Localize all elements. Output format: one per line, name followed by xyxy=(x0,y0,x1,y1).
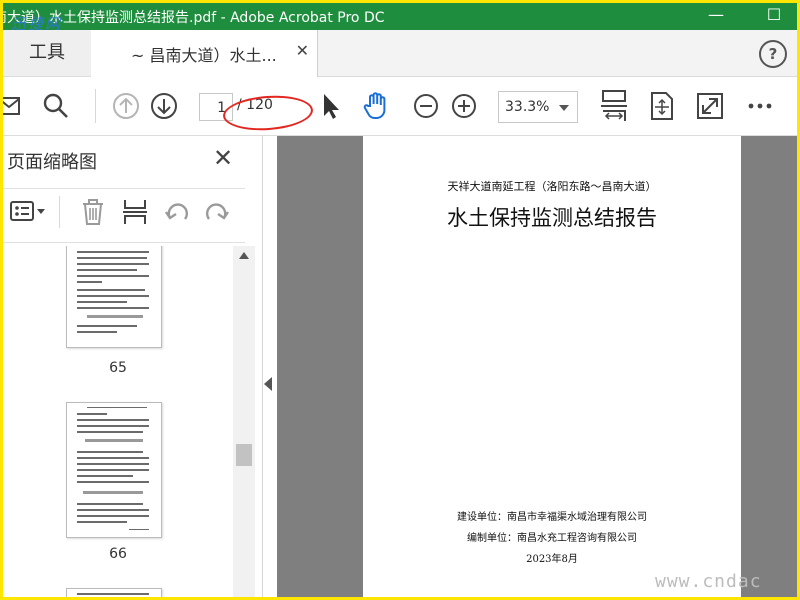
thumbnail-page[interactable] xyxy=(66,588,162,597)
maximize-button[interactable]: ☐ xyxy=(763,5,785,25)
tab-tools[interactable]: 工具 xyxy=(3,30,92,76)
document-date: 2023年8月 xyxy=(526,554,578,565)
pdf-page: 天祥大道南延工程（洛阳东路～昌南大道） 水土保持监测总结报告 建设单位：南昌市幸… xyxy=(363,136,741,597)
zoom-value: 33.3% xyxy=(505,99,550,115)
title-bar: 南大道）水土保持监测总结报告.pdf - Adobe Acrobat Pro D… xyxy=(3,3,797,33)
tab-document[interactable]: ~ 昌南大道）水土... ✕ xyxy=(91,30,318,77)
thumbnail-page-number: 65 xyxy=(109,360,127,376)
tab-document-label: ~ 昌南大道）水土... xyxy=(131,46,277,65)
minimize-button[interactable]: — xyxy=(705,5,727,25)
page-thumbnails-panel: 页面缩略图 ✕ 65 66 xyxy=(3,136,263,597)
email-icon[interactable] xyxy=(3,91,27,121)
thumbnail-page[interactable] xyxy=(66,246,162,348)
scrollbar-thumb[interactable] xyxy=(236,444,252,466)
thumbnail-page[interactable] xyxy=(66,402,162,538)
hand-tool-icon[interactable] xyxy=(361,91,391,121)
help-icon[interactable]: ? xyxy=(759,40,787,68)
toolbar-divider xyxy=(95,89,96,123)
zoom-select[interactable]: 33.3% xyxy=(498,91,578,123)
panel-tool-divider xyxy=(59,196,60,228)
full-screen-icon[interactable] xyxy=(695,91,725,121)
annotation-ellipse xyxy=(221,92,315,134)
document-title: 水土保持监测总结报告 xyxy=(447,206,657,230)
next-page-icon[interactable] xyxy=(149,91,179,121)
chevron-down-icon xyxy=(559,105,569,111)
zoom-in-icon[interactable] xyxy=(449,91,479,121)
toolbar: 1 / 120 33.3% xyxy=(3,77,797,136)
insert-page-icon[interactable] xyxy=(121,198,149,226)
fit-page-icon[interactable] xyxy=(647,91,677,121)
search-icon[interactable] xyxy=(41,91,71,121)
document-view[interactable]: 天祥大道南延工程（洛阳东路～昌南大道） 水土保持监测总结报告 建设单位：南昌市幸… xyxy=(277,136,797,597)
collapse-panel-icon[interactable] xyxy=(264,377,272,391)
acrobat-window: 南大道）水土保持监测总结报告.pdf - Adobe Acrobat Pro D… xyxy=(3,3,797,597)
thumbnail-scrollbar[interactable] xyxy=(233,246,255,597)
thumbnail-page-number: 66 xyxy=(109,546,127,562)
thumbnail-list: 65 66 xyxy=(3,246,233,597)
tab-bar: 工具 ~ 昌南大道）水土... ✕ ? xyxy=(3,30,797,77)
panel-divider xyxy=(3,242,245,243)
scroll-up-icon[interactable] xyxy=(239,252,249,259)
fit-width-icon[interactable] xyxy=(597,89,631,123)
document-subtitle: 天祥大道南延工程（洛阳东路～昌南大道） xyxy=(447,180,657,193)
panel-divider xyxy=(3,188,245,189)
panel-title: 页面缩略图 xyxy=(7,152,97,173)
zoom-out-icon[interactable] xyxy=(411,91,441,121)
close-tab-icon[interactable]: ✕ xyxy=(296,41,309,60)
previous-page-icon[interactable] xyxy=(111,91,141,121)
more-options-icon[interactable] xyxy=(745,91,775,121)
rotate-left-icon[interactable] xyxy=(163,198,191,226)
rotate-right-icon[interactable] xyxy=(203,198,231,226)
close-panel-icon[interactable]: ✕ xyxy=(213,144,233,172)
select-cursor-icon[interactable] xyxy=(317,91,347,121)
compiler-unit: 编制单位：南昌水充工程咨询有限公司 xyxy=(467,533,637,544)
thumbnail-options-icon[interactable] xyxy=(9,198,47,226)
construction-unit: 建设单位：南昌市幸福渠水域治理有限公司 xyxy=(457,512,647,523)
delete-page-icon[interactable] xyxy=(79,198,107,226)
watermark: www.cndac xyxy=(655,571,762,592)
